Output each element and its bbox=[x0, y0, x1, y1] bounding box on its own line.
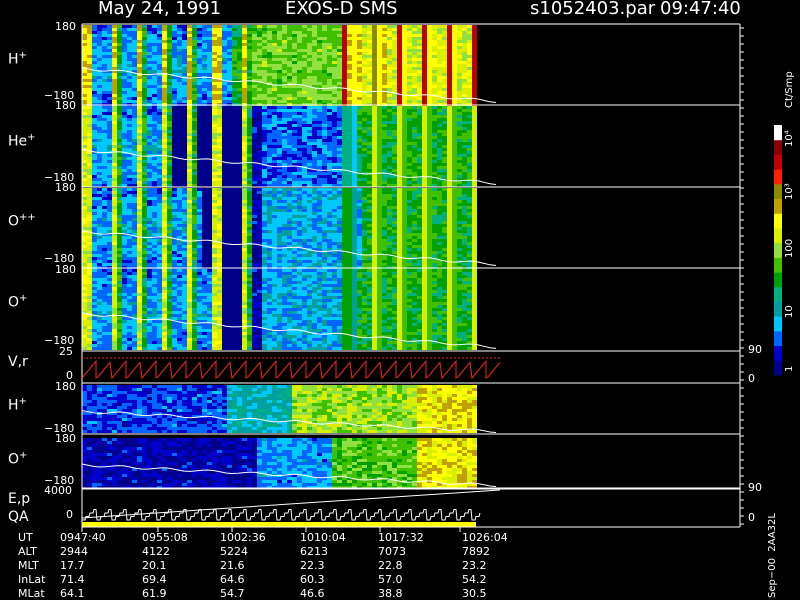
table-row-label: ALT bbox=[18, 545, 37, 558]
colorbar-swatch bbox=[774, 301, 782, 317]
table-cell: 22.8 bbox=[378, 559, 403, 572]
right-axis-tick: 0 bbox=[748, 511, 755, 524]
colorbar-swatch bbox=[774, 360, 782, 376]
colorbar-swatch bbox=[774, 242, 782, 258]
footer-id: Sep−00 2AA32L bbox=[767, 513, 778, 598]
panel-label-he: He+ bbox=[8, 132, 36, 150]
table-cell: 30.5 bbox=[462, 587, 487, 600]
colorbar-swatch bbox=[774, 272, 782, 288]
colorbar-swatch bbox=[774, 330, 782, 347]
right-axis-tick: 90 bbox=[748, 481, 762, 494]
panel-label-qa: QA bbox=[8, 509, 29, 525]
colorbar-title: Ct/Smp bbox=[784, 71, 795, 108]
heatmap-panel bbox=[82, 25, 477, 106]
colorbar-swatch bbox=[774, 198, 782, 214]
panel-label-o-plus-plus: O++ bbox=[8, 212, 36, 230]
table-cell: 4122 bbox=[142, 545, 170, 558]
colorbar-swatch bbox=[774, 213, 782, 229]
table-cell: 1026:04 bbox=[462, 531, 508, 544]
file-name: s1052403.par bbox=[530, 0, 656, 19]
colorbar-swatch bbox=[774, 257, 782, 273]
spectrogram-figure bbox=[81, 23, 782, 532]
table-cell: 54.7 bbox=[220, 587, 245, 600]
table-cell: 20.1 bbox=[142, 559, 167, 572]
table-cell: 61.9 bbox=[142, 587, 167, 600]
colorbar-tick: 100 bbox=[784, 238, 795, 258]
table-cell: 1002:36 bbox=[220, 531, 266, 544]
heatmap-layer bbox=[82, 25, 477, 489]
table-cell: 7892 bbox=[462, 545, 490, 558]
mission-title: EXOS-D SMS bbox=[285, 0, 398, 19]
table-row-label: MLT bbox=[18, 559, 39, 572]
heatmap-panel bbox=[82, 106, 477, 187]
energy-step-trace bbox=[82, 509, 481, 521]
table-cell: 23.2 bbox=[462, 559, 487, 572]
table-cell: 1017:32 bbox=[378, 531, 424, 544]
table-cell: 46.6 bbox=[300, 587, 325, 600]
table-cell: 6213 bbox=[300, 545, 328, 558]
table-cell: 69.4 bbox=[142, 573, 167, 586]
colorbar-swatch bbox=[774, 183, 782, 199]
colorbar-swatch bbox=[774, 154, 782, 170]
table-cell: 5224 bbox=[220, 545, 248, 558]
table-cell: 2944 bbox=[60, 545, 88, 558]
table-cell: 64.6 bbox=[220, 573, 245, 586]
right-axis-tick: 90 bbox=[748, 343, 762, 356]
ytick: 180 bbox=[55, 263, 76, 276]
colorbar-tick: 10³ bbox=[784, 183, 795, 200]
table-cell: 17.7 bbox=[60, 559, 85, 572]
table-cell: 0955:08 bbox=[142, 531, 188, 544]
ytick: 25 bbox=[59, 345, 73, 358]
table-row-label: MLat bbox=[18, 587, 45, 600]
heatmap-panel bbox=[82, 269, 477, 350]
panel-label-ep: E,p bbox=[8, 491, 31, 507]
panel-label-h: H+ bbox=[8, 50, 27, 68]
colorbar-tick: 10 bbox=[784, 305, 795, 318]
file-time: 09:47:40 bbox=[660, 0, 741, 19]
colorbar-tick: 10⁴ bbox=[784, 130, 795, 147]
date-title: May 24, 1991 bbox=[98, 0, 222, 19]
ytick: 0 bbox=[66, 508, 73, 521]
table-cell: 22.3 bbox=[300, 559, 325, 572]
table-cell: 64.1 bbox=[60, 587, 85, 600]
colorbar-swatch bbox=[774, 169, 782, 185]
table-row-label: UT bbox=[18, 531, 33, 544]
ytick: 180 bbox=[55, 20, 76, 33]
colorbar-swatch bbox=[774, 139, 782, 155]
table-row-label: InLat bbox=[18, 573, 46, 586]
table-cell: 7073 bbox=[378, 545, 406, 558]
table-cell: 21.6 bbox=[220, 559, 245, 572]
qa-bar bbox=[82, 522, 476, 527]
table-cell: 54.2 bbox=[462, 573, 487, 586]
panel-label-o-lower: O+ bbox=[8, 450, 28, 468]
colorbar-swatch bbox=[774, 286, 782, 302]
velocity-trace bbox=[81, 359, 501, 380]
table-cell: 1010:04 bbox=[300, 531, 346, 544]
ytick: 4000 bbox=[44, 484, 72, 497]
colorbar-swatch bbox=[774, 125, 782, 141]
colorbar-swatch bbox=[774, 345, 782, 361]
ytick: 180 bbox=[55, 99, 76, 112]
ytick: 180 bbox=[55, 380, 76, 393]
ytick: 180 bbox=[55, 432, 76, 445]
heatmap-panel bbox=[82, 188, 477, 269]
heatmap-panel bbox=[82, 385, 477, 433]
panel-label-vr: V,r bbox=[8, 354, 28, 370]
table-cell: 0947:40 bbox=[60, 531, 106, 544]
colorbar-swatch bbox=[774, 316, 782, 332]
panel-label-o: O+ bbox=[8, 293, 28, 311]
panel-label-h-lower: H+ bbox=[8, 396, 27, 414]
ytick: 180 bbox=[55, 181, 76, 194]
table-cell: 57.0 bbox=[378, 573, 403, 586]
colorbar-swatch bbox=[774, 227, 782, 244]
table-cell: 71.4 bbox=[60, 573, 85, 586]
table-cell: 60.3 bbox=[300, 573, 325, 586]
colorbar-tick: 1 bbox=[784, 365, 795, 372]
right-axis-tick: 0 bbox=[748, 372, 755, 385]
table-cell: 38.8 bbox=[378, 587, 403, 600]
